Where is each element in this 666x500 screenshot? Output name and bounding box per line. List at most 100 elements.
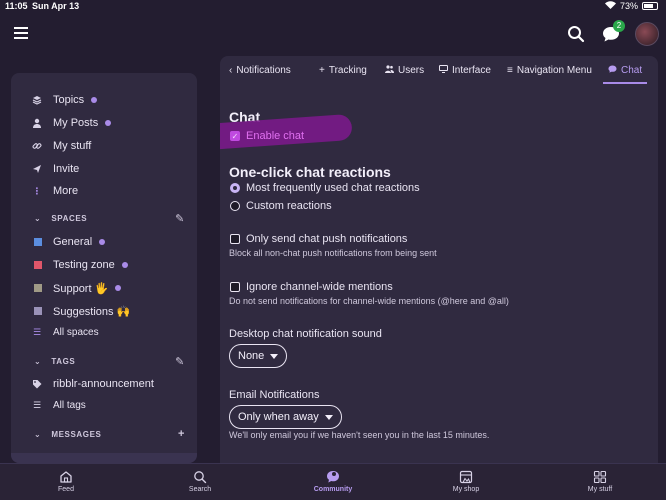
battery-icon [642,2,658,10]
list-icon: ☰ [32,399,42,410]
tab-label: Interface [452,65,491,76]
sidebar-item-space-general[interactable]: General [11,232,197,252]
list-icon: ☰ [32,326,42,337]
tab-label: Chat [621,65,643,76]
sidebar: Topics My Posts My stuff Invite ⋮ More ⌄… [11,73,197,463]
sidebar-item-label: Invite [53,163,80,175]
menu-icon: ≡ [507,65,513,76]
spaces-section-header[interactable]: ⌄ SPACES ✎ [11,210,197,226]
enable-chat-checkbox[interactable]: ✓ Enable chat [230,130,304,142]
send-icon [32,164,42,174]
radio-custom-reactions[interactable]: Custom reactions [230,200,332,212]
home-icon [59,468,73,486]
email-notifications-select[interactable]: Only when away [229,405,342,429]
shop-icon [459,468,473,486]
radio-unselected-icon [230,201,240,211]
reactions-section-heading: One-click chat reactions [229,164,391,180]
sidebar-item-label: More [53,185,79,197]
edit-pencil-icon[interactable]: ✎ [175,212,185,225]
unread-dot [121,262,128,268]
tags-section-header[interactable]: ⌄ TAGS ✎ [11,353,197,369]
tab-tracking[interactable]: + Tracking [319,65,367,76]
nav-community[interactable]: Community [303,468,363,493]
active-tab-indicator [603,82,647,84]
messages-section-header[interactable]: ⌄ MESSAGES + [11,426,197,442]
checkbox-unchecked-icon [230,282,240,292]
sidebar-item-label: All spaces [53,326,99,338]
sidebar-item-all-tags[interactable]: ☰ All tags [11,395,197,415]
add-plus-icon[interactable]: + [178,428,185,440]
chevron-down-icon: ⌄ [34,429,42,439]
sidebar-item-space-support[interactable]: Support 🖐 [11,278,197,298]
sidebar-item-label: General [53,236,93,248]
search-icon[interactable] [567,25,585,48]
email-help-text: We'll only email you if we haven't seen … [229,430,490,440]
space-color-swatch [34,261,42,269]
sidebar-item-label: Support 🖐 [53,282,109,295]
unread-dot [91,97,98,103]
sidebar-scroll-edge [11,453,197,463]
user-icon [32,118,42,128]
caret-down-icon [324,414,333,420]
sidebar-item-space-testing-zone[interactable]: Testing zone [11,255,197,275]
community-icon [325,468,341,486]
tab-label: Notifications [236,65,291,76]
sidebar-item-more[interactable]: ⋮ More [11,181,197,201]
sidebar-item-invite[interactable]: Invite [11,159,197,179]
space-color-swatch [34,238,42,246]
wifi-icon [604,1,616,11]
tab-users[interactable]: Users [385,65,424,76]
sidebar-item-my-posts[interactable]: My Posts [11,113,197,133]
preferences-tabs: ‹ Notifications + Tracking Users Interfa… [220,56,658,86]
sound-select[interactable]: None [229,344,288,368]
chevron-down-icon: ⌄ [34,356,42,366]
ignore-help-text: Do not send notifications for channel-wi… [229,296,509,306]
preferences-panel: ‹ Notifications + Tracking Users Interfa… [220,56,658,463]
checkbox-unchecked-icon [230,234,240,244]
section-title: MESSAGES [51,429,102,439]
sidebar-item-label: My Posts [53,117,99,129]
plus-icon: + [319,65,325,76]
tab-notifications[interactable]: ‹ Notifications [229,65,291,76]
nav-label: My stuff [587,486,613,493]
edit-pencil-icon[interactable]: ✎ [175,355,185,368]
layers-icon [32,95,42,105]
tab-chat[interactable]: Chat [608,65,642,76]
nav-my-shop[interactable]: My shop [436,468,496,493]
more-vertical-icon: ⋮ [32,185,42,196]
checkbox-label: Ignore channel-wide mentions [246,281,393,293]
tab-label: Users [398,65,425,76]
sidebar-item-my-stuff[interactable]: My stuff [11,136,197,156]
nav-my-stuff[interactable]: My stuff [570,468,630,493]
only-chat-push-checkbox[interactable]: Only send chat push notifications [230,233,407,245]
unread-dot [99,239,106,245]
checkbox-label: Only send chat push notifications [246,233,408,245]
status-date: Sun Apr 13 [32,1,80,11]
tab-interface[interactable]: Interface [439,65,491,76]
user-avatar[interactable] [635,22,659,46]
sidebar-item-tag-ribblr-announcement[interactable]: ribblr-announcement [11,374,197,394]
sidebar-item-all-spaces[interactable]: ☰ All spaces [11,322,197,342]
radio-most-frequent-reactions[interactable]: Most frequently used chat reactions [230,182,420,194]
enable-chat-label: Enable chat [246,130,305,142]
nav-feed[interactable]: Feed [36,468,96,493]
monitor-icon [439,65,448,76]
search-icon [193,468,207,486]
sidebar-item-space-suggestions[interactable]: Suggestions 🙌 [11,301,197,321]
status-bar: 11:05 Sun Apr 13 73% [0,0,666,14]
space-color-swatch [34,307,42,315]
section-title: SPACES [51,213,88,223]
unread-dot [115,285,122,291]
sidebar-item-topics[interactable]: Topics [11,90,197,110]
tab-navigation-menu[interactable]: ≡ Navigation Menu [507,65,592,76]
radio-selected-icon [230,183,240,193]
users-icon [385,65,394,76]
tag-icon [32,379,42,389]
nav-search[interactable]: Search [170,468,230,493]
hamburger-menu-icon[interactable] [14,27,28,39]
ignore-channel-mentions-checkbox[interactable]: Ignore channel-wide mentions [230,281,393,293]
sidebar-item-label: My stuff [53,140,92,152]
email-notifications-label: Email Notifications [229,389,320,401]
nav-label: Feed [58,486,74,493]
caret-down-icon [270,353,279,359]
